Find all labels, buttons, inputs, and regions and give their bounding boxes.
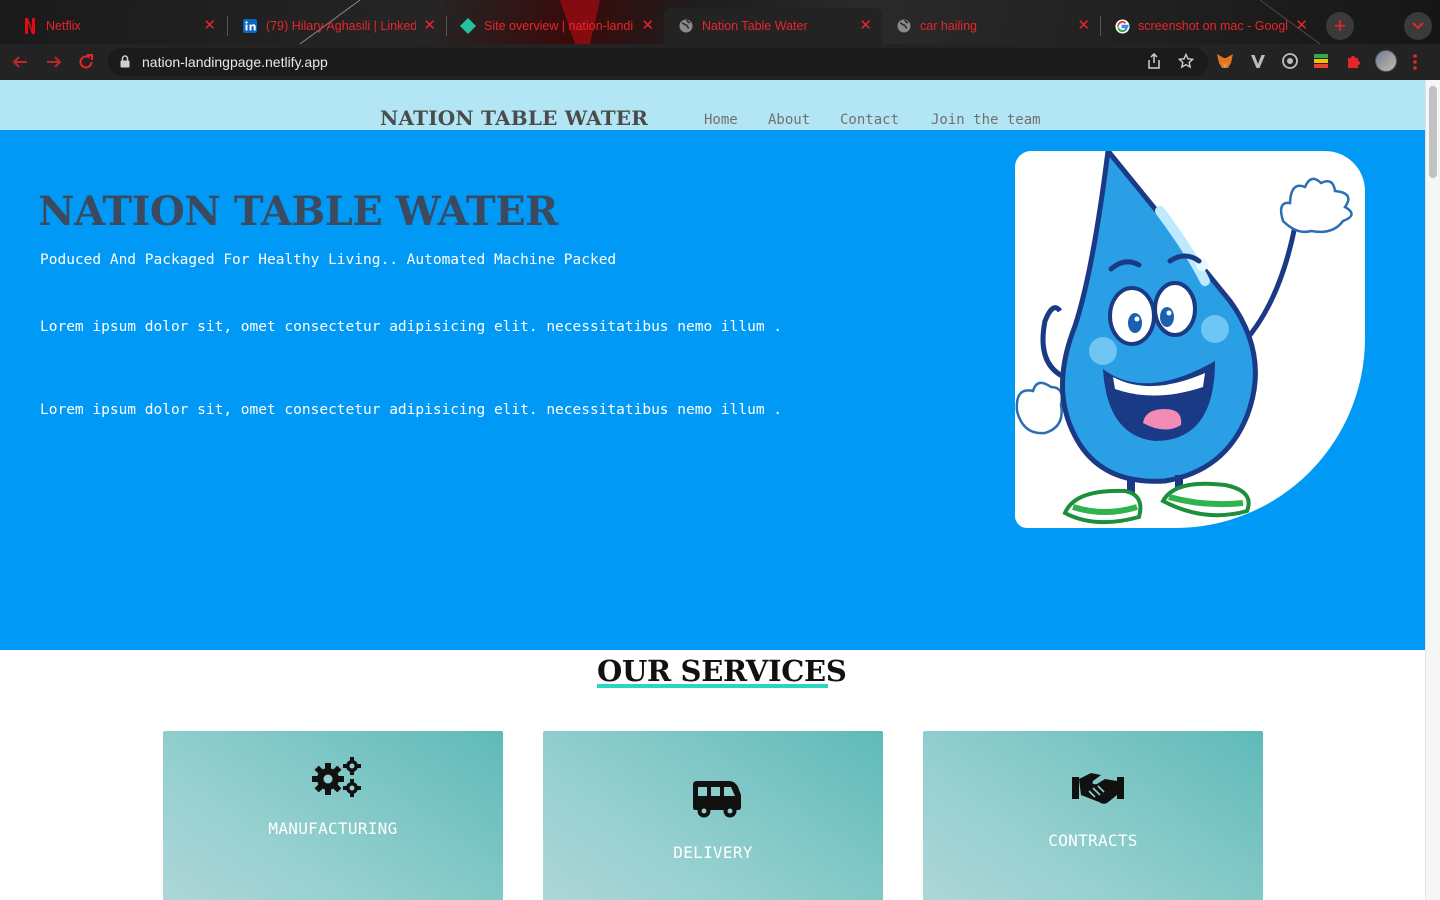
service-card-delivery[interactable]: DELIVERY	[543, 731, 883, 900]
profile-avatar[interactable]	[1375, 50, 1397, 72]
arrow-left-icon	[12, 56, 27, 68]
service-label: CONTRACTS	[1048, 831, 1138, 850]
services-title: OUR SERVICES	[597, 654, 847, 688]
water-drop-mascot-image	[1015, 151, 1353, 525]
tab-netflix[interactable]: Netflix ✕	[8, 8, 226, 44]
nav-link-join-the-team[interactable]: Join the team	[931, 112, 1041, 128]
tab-nation-table-water[interactable]: Nation Table Water ✕	[664, 8, 882, 44]
netflix-icon	[22, 18, 38, 34]
reload-icon	[79, 54, 93, 69]
page-scrollbar[interactable]	[1425, 80, 1440, 900]
share-icon[interactable]	[1145, 52, 1163, 71]
tab-close-icon[interactable]: ✕	[203, 17, 216, 35]
tab-close-icon[interactable]: ✕	[859, 17, 872, 35]
scrollbar-thumb[interactable]	[1429, 86, 1437, 178]
lock-icon	[120, 55, 130, 68]
vimeo-extension-icon[interactable]	[1249, 52, 1267, 70]
url-text[interactable]: nation-landingpage.netlify.app	[142, 54, 328, 70]
tab-search-button[interactable]	[1404, 12, 1432, 40]
services-title-underline	[597, 684, 828, 688]
tab-title: (79) Hilary Aghasili | LinkedIn	[266, 19, 416, 33]
browser-tab-strip: Netflix ✕ (79) Hilary Aghasili | LinkedI…	[0, 0, 1440, 44]
tab-linkedin[interactable]: (79) Hilary Aghasili | LinkedIn ✕	[228, 8, 446, 44]
metamask-fox-icon[interactable]	[1216, 52, 1234, 70]
tab-title: Nation Table Water	[702, 19, 808, 33]
tab-title: screenshot on mac - Google Search	[1138, 19, 1288, 33]
more-menu-icon[interactable]	[1412, 53, 1418, 71]
reload-button[interactable]	[74, 50, 98, 74]
tab-close-icon[interactable]: ✕	[423, 17, 436, 35]
tab-netlify[interactable]: Site overview | nation-landingpage ✕	[446, 8, 664, 44]
netlify-icon	[460, 18, 476, 34]
site-navbar: NATION TABLE WATER Home About Contact Jo…	[0, 80, 1425, 130]
target-extension-icon[interactable]	[1281, 52, 1299, 70]
hero-section: NATION TABLE WATER Poduced And Packaged …	[0, 130, 1425, 650]
tab-title: Netflix	[46, 19, 81, 33]
nav-link-home[interactable]: Home	[704, 112, 738, 128]
nav-link-contact[interactable]: Contact	[840, 112, 899, 128]
service-card-manufacturing[interactable]: MANUFACTURING	[163, 731, 503, 900]
nav-link-about[interactable]: About	[768, 112, 810, 128]
hero-subtitle: Poduced And Packaged For Healthy Living.…	[40, 252, 617, 268]
globe-icon	[896, 18, 912, 34]
truck-icon	[693, 781, 741, 818]
tab-close-icon[interactable]: ✕	[641, 17, 654, 35]
browser-toolbar: nation-landingpage.netlify.app	[0, 44, 1440, 80]
tab-title: car hailing	[920, 19, 977, 33]
service-label: MANUFACTURING	[268, 819, 398, 838]
hero-paragraph: Lorem ipsum dolor sit, omet consectetur …	[40, 402, 783, 418]
site-brand[interactable]: NATION TABLE WATER	[380, 106, 648, 130]
puzzle-extensions-icon[interactable]	[1345, 52, 1363, 70]
service-card-contracts[interactable]: CONTRACTS	[923, 731, 1263, 900]
colorful-extension-icon[interactable]	[1312, 52, 1330, 70]
tab-title: Site overview | nation-landingpage	[484, 19, 634, 33]
hero-image-card	[1015, 151, 1365, 528]
forward-button[interactable]	[42, 50, 66, 74]
gears-icon	[312, 757, 361, 797]
google-icon	[1114, 18, 1130, 34]
tab-google-search[interactable]: screenshot on mac - Google Search ✕	[1100, 8, 1318, 44]
linkedin-icon	[242, 18, 258, 34]
new-tab-button[interactable]: +	[1326, 12, 1354, 40]
globe-icon	[678, 18, 694, 34]
hero-wave-divider	[0, 580, 1425, 631]
address-bar[interactable]: nation-landingpage.netlify.app	[108, 48, 1208, 76]
service-label: DELIVERY	[673, 843, 753, 862]
handshake-icon	[1072, 773, 1124, 804]
hero-paragraph: Lorem ipsum dolor sit, omet consectetur …	[40, 319, 783, 335]
chevron-down-icon	[1412, 22, 1424, 30]
tab-close-icon[interactable]: ✕	[1295, 17, 1308, 35]
page-viewport: NATION TABLE WATER Home About Contact Jo…	[0, 80, 1425, 900]
back-button[interactable]	[8, 50, 32, 74]
bookmark-star-icon[interactable]	[1177, 52, 1195, 71]
hero-title: NATION TABLE WATER	[38, 188, 558, 235]
tab-car-hailing[interactable]: car hailing ✕	[882, 8, 1100, 44]
arrow-right-icon	[47, 56, 62, 68]
tab-close-icon[interactable]: ✕	[1077, 17, 1090, 35]
